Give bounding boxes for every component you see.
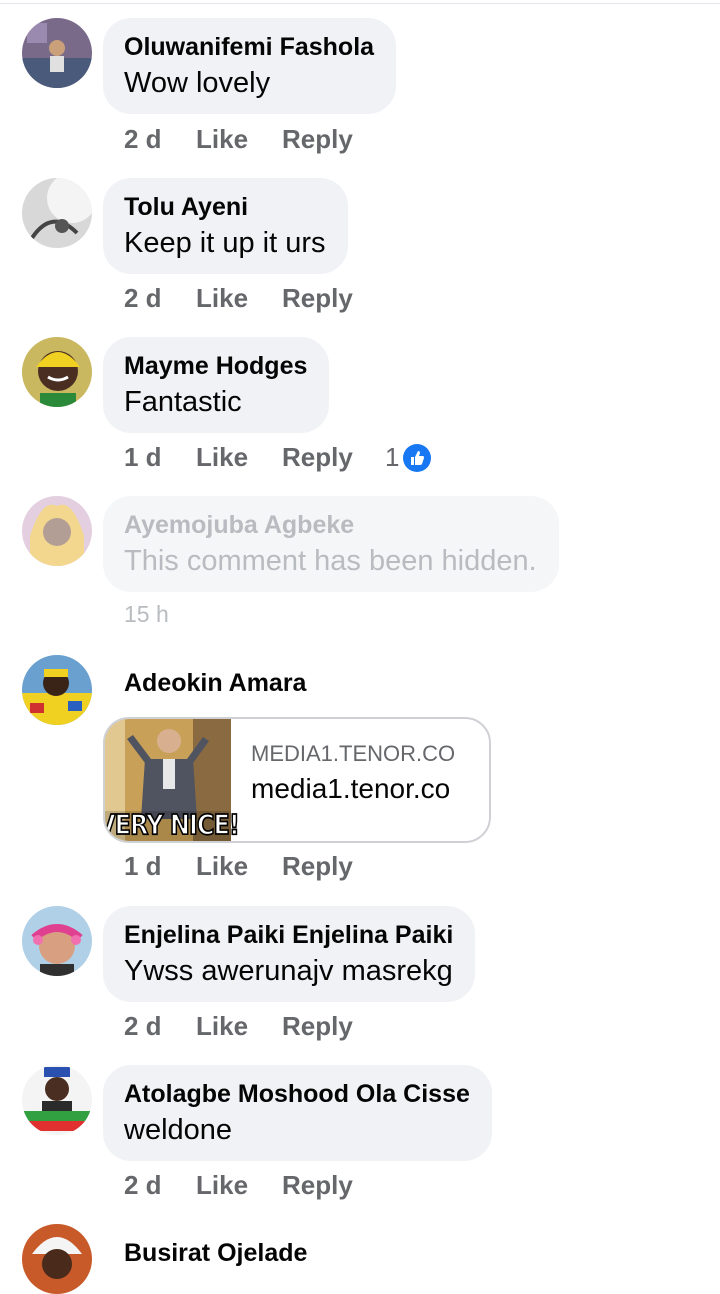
comment-time[interactable]: 2 d (124, 1011, 196, 1042)
commenter-name[interactable]: Adeokin Amara (124, 668, 306, 698)
like-button[interactable]: Like (196, 851, 282, 882)
thumbs-up-icon (403, 443, 432, 472)
reply-button[interactable]: Reply (282, 283, 385, 314)
comment-text: Fantastic (124, 386, 242, 418)
reply-button[interactable]: Reply (282, 1170, 385, 1201)
commenter-name[interactable]: Enjelina Paiki Enjelina Paiki (124, 920, 453, 950)
reply-button[interactable]: Reply (282, 1011, 385, 1042)
link-title: media1.tenor.co (251, 773, 451, 804)
comment-actions: 2 d Like Reply (124, 124, 385, 155)
commenter-name[interactable]: Mayme Hodges (124, 351, 307, 381)
avatar[interactable] (22, 1224, 92, 1294)
comment-time[interactable]: 2 d (124, 283, 196, 314)
comment-actions: 2 d Like Reply (124, 283, 385, 314)
comment-time: 15 h (124, 601, 169, 627)
reaction-count-value: 1 (385, 442, 400, 472)
avatar[interactable] (22, 655, 92, 725)
link-preview-card[interactable]: VERY NICE! MEDIA1.TENOR.CO media1.tenor.… (103, 717, 491, 843)
comment-actions: 2 d Like Reply (124, 1170, 385, 1201)
comment-time[interactable]: 2 d (124, 124, 196, 155)
avatar[interactable] (22, 496, 92, 566)
reply-button[interactable]: Reply (282, 851, 385, 882)
comment-actions: 1 d Like Reply 1 (124, 442, 432, 473)
comment-bubble: Ayemojuba Agbeke This comment has been h… (103, 496, 559, 592)
comment-bubble: Oluwanifemi Fashola Wow lovely (103, 18, 397, 114)
avatar[interactable] (22, 906, 92, 976)
avatar[interactable] (22, 1065, 92, 1135)
comment-text: Ywss awerunajv masrekg (124, 955, 453, 987)
like-button[interactable]: Like (196, 1011, 282, 1042)
comment-bubble: Atolagbe Moshood Ola Cisse weldone (103, 1065, 492, 1161)
comment-text: This comment has been hidden. (124, 545, 537, 577)
link-domain: MEDIA1.TENOR.CO (251, 741, 456, 766)
comment-time[interactable]: 1 d (124, 851, 196, 882)
comment-bubble: Tolu Ayeni Keep it up it urs (103, 178, 348, 274)
like-button[interactable]: Like (196, 124, 282, 155)
comment-time[interactable]: 1 d (124, 442, 196, 473)
comment-bubble: Enjelina Paiki Enjelina Paiki Ywss aweru… (103, 906, 476, 1002)
like-button[interactable]: Like (196, 1170, 282, 1201)
comment-actions: 1 d Like Reply (124, 851, 385, 882)
top-divider (0, 0, 720, 4)
commenter-name[interactable]: Atolagbe Moshood Ola Cisse (124, 1079, 470, 1109)
link-info: MEDIA1.TENOR.CO media1.tenor.co (231, 719, 455, 841)
reply-button[interactable]: Reply (282, 124, 385, 155)
link-thumbnail: VERY NICE! (105, 719, 241, 841)
avatar[interactable] (22, 18, 92, 88)
like-button[interactable]: Like (196, 283, 282, 314)
commenter-name[interactable]: Oluwanifemi Fashola (124, 32, 374, 62)
commenter-name[interactable]: Tolu Ayeni (124, 192, 326, 222)
reply-button[interactable]: Reply (282, 442, 385, 473)
comment-actions: 2 d Like Reply (124, 1011, 385, 1042)
like-button[interactable]: Like (196, 442, 282, 473)
thumbnail-caption: VERY NICE! (103, 808, 241, 842)
commenter-name[interactable]: Busirat Ojelade (124, 1238, 307, 1268)
comment-actions: 15 h (124, 601, 169, 628)
comment-text: Wow lovely (124, 67, 271, 99)
comment-bubble: Mayme Hodges Fantastic (103, 337, 330, 433)
reaction-count[interactable]: 1 (385, 442, 432, 473)
commenter-name: Ayemojuba Agbeke (124, 511, 355, 539)
avatar[interactable] (22, 178, 92, 248)
comment-text: weldone (124, 1114, 233, 1146)
comment-text: Keep it up it urs (124, 227, 326, 259)
comment-time[interactable]: 2 d (124, 1170, 196, 1201)
avatar[interactable] (22, 337, 92, 407)
